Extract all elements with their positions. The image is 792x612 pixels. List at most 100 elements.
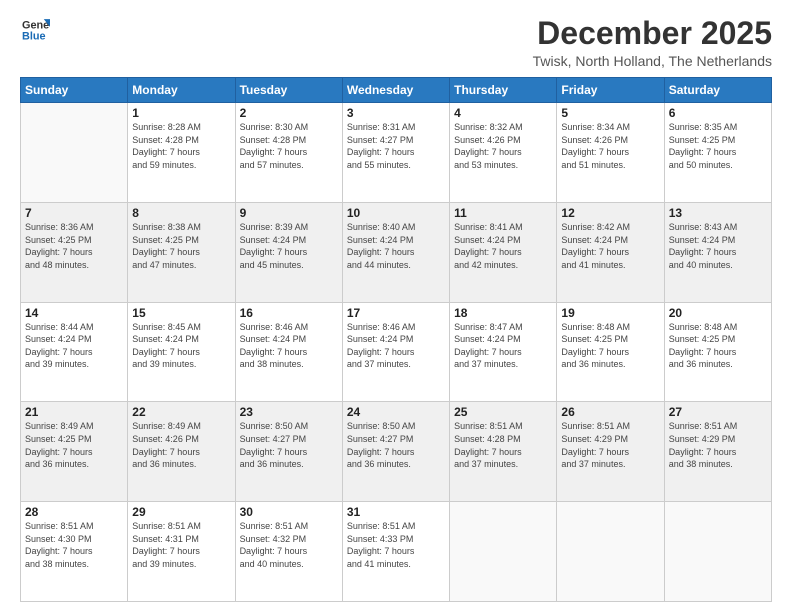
day-info: Sunrise: 8:50 AM Sunset: 4:27 PM Dayligh… (240, 420, 338, 470)
table-row: 28Sunrise: 8:51 AM Sunset: 4:30 PM Dayli… (21, 502, 128, 602)
header-sunday: Sunday (21, 78, 128, 103)
table-row (450, 502, 557, 602)
table-row: 9Sunrise: 8:39 AM Sunset: 4:24 PM Daylig… (235, 202, 342, 302)
day-info: Sunrise: 8:43 AM Sunset: 4:24 PM Dayligh… (669, 221, 767, 271)
day-number: 3 (347, 106, 445, 120)
table-row: 16Sunrise: 8:46 AM Sunset: 4:24 PM Dayli… (235, 302, 342, 402)
day-info: Sunrise: 8:45 AM Sunset: 4:24 PM Dayligh… (132, 321, 230, 371)
table-row: 7Sunrise: 8:36 AM Sunset: 4:25 PM Daylig… (21, 202, 128, 302)
table-row: 5Sunrise: 8:34 AM Sunset: 4:26 PM Daylig… (557, 103, 664, 203)
day-number: 28 (25, 505, 123, 519)
day-number: 5 (561, 106, 659, 120)
day-number: 7 (25, 206, 123, 220)
table-row: 2Sunrise: 8:30 AM Sunset: 4:28 PM Daylig… (235, 103, 342, 203)
day-info: Sunrise: 8:51 AM Sunset: 4:33 PM Dayligh… (347, 520, 445, 570)
day-info: Sunrise: 8:46 AM Sunset: 4:24 PM Dayligh… (347, 321, 445, 371)
day-info: Sunrise: 8:49 AM Sunset: 4:25 PM Dayligh… (25, 420, 123, 470)
day-number: 4 (454, 106, 552, 120)
day-number: 24 (347, 405, 445, 419)
day-number: 14 (25, 306, 123, 320)
day-number: 21 (25, 405, 123, 419)
header-wednesday: Wednesday (342, 78, 449, 103)
day-info: Sunrise: 8:42 AM Sunset: 4:24 PM Dayligh… (561, 221, 659, 271)
table-row: 4Sunrise: 8:32 AM Sunset: 4:26 PM Daylig… (450, 103, 557, 203)
table-row: 31Sunrise: 8:51 AM Sunset: 4:33 PM Dayli… (342, 502, 449, 602)
table-row (664, 502, 771, 602)
day-number: 1 (132, 106, 230, 120)
logo: General Blue (20, 16, 50, 44)
header-tuesday: Tuesday (235, 78, 342, 103)
table-row: 25Sunrise: 8:51 AM Sunset: 4:28 PM Dayli… (450, 402, 557, 502)
logo-icon: General Blue (22, 16, 50, 44)
header-friday: Friday (557, 78, 664, 103)
day-number: 19 (561, 306, 659, 320)
day-number: 17 (347, 306, 445, 320)
table-row: 6Sunrise: 8:35 AM Sunset: 4:25 PM Daylig… (664, 103, 771, 203)
day-info: Sunrise: 8:51 AM Sunset: 4:28 PM Dayligh… (454, 420, 552, 470)
day-info: Sunrise: 8:48 AM Sunset: 4:25 PM Dayligh… (669, 321, 767, 371)
table-row: 14Sunrise: 8:44 AM Sunset: 4:24 PM Dayli… (21, 302, 128, 402)
day-info: Sunrise: 8:51 AM Sunset: 4:32 PM Dayligh… (240, 520, 338, 570)
table-row: 18Sunrise: 8:47 AM Sunset: 4:24 PM Dayli… (450, 302, 557, 402)
day-number: 15 (132, 306, 230, 320)
table-row (557, 502, 664, 602)
day-info: Sunrise: 8:46 AM Sunset: 4:24 PM Dayligh… (240, 321, 338, 371)
calendar-week-row: 1Sunrise: 8:28 AM Sunset: 4:28 PM Daylig… (21, 103, 772, 203)
calendar-week-row: 21Sunrise: 8:49 AM Sunset: 4:25 PM Dayli… (21, 402, 772, 502)
day-info: Sunrise: 8:34 AM Sunset: 4:26 PM Dayligh… (561, 121, 659, 171)
table-row: 21Sunrise: 8:49 AM Sunset: 4:25 PM Dayli… (21, 402, 128, 502)
day-info: Sunrise: 8:28 AM Sunset: 4:28 PM Dayligh… (132, 121, 230, 171)
table-row: 8Sunrise: 8:38 AM Sunset: 4:25 PM Daylig… (128, 202, 235, 302)
table-row: 29Sunrise: 8:51 AM Sunset: 4:31 PM Dayli… (128, 502, 235, 602)
day-number: 9 (240, 206, 338, 220)
calendar-table: Sunday Monday Tuesday Wednesday Thursday… (20, 77, 772, 602)
day-info: Sunrise: 8:49 AM Sunset: 4:26 PM Dayligh… (132, 420, 230, 470)
day-info: Sunrise: 8:32 AM Sunset: 4:26 PM Dayligh… (454, 121, 552, 171)
day-info: Sunrise: 8:39 AM Sunset: 4:24 PM Dayligh… (240, 221, 338, 271)
day-number: 10 (347, 206, 445, 220)
day-number: 2 (240, 106, 338, 120)
table-row (21, 103, 128, 203)
table-row: 12Sunrise: 8:42 AM Sunset: 4:24 PM Dayli… (557, 202, 664, 302)
day-info: Sunrise: 8:51 AM Sunset: 4:30 PM Dayligh… (25, 520, 123, 570)
day-info: Sunrise: 8:35 AM Sunset: 4:25 PM Dayligh… (669, 121, 767, 171)
table-row: 19Sunrise: 8:48 AM Sunset: 4:25 PM Dayli… (557, 302, 664, 402)
month-title: December 2025 (533, 16, 772, 51)
header: General Blue December 2025 Twisk, North … (20, 16, 772, 69)
day-number: 30 (240, 505, 338, 519)
table-row: 3Sunrise: 8:31 AM Sunset: 4:27 PM Daylig… (342, 103, 449, 203)
day-info: Sunrise: 8:30 AM Sunset: 4:28 PM Dayligh… (240, 121, 338, 171)
day-info: Sunrise: 8:50 AM Sunset: 4:27 PM Dayligh… (347, 420, 445, 470)
day-info: Sunrise: 8:41 AM Sunset: 4:24 PM Dayligh… (454, 221, 552, 271)
day-info: Sunrise: 8:51 AM Sunset: 4:29 PM Dayligh… (669, 420, 767, 470)
day-number: 12 (561, 206, 659, 220)
day-number: 26 (561, 405, 659, 419)
day-info: Sunrise: 8:40 AM Sunset: 4:24 PM Dayligh… (347, 221, 445, 271)
table-row: 23Sunrise: 8:50 AM Sunset: 4:27 PM Dayli… (235, 402, 342, 502)
day-info: Sunrise: 8:31 AM Sunset: 4:27 PM Dayligh… (347, 121, 445, 171)
day-number: 27 (669, 405, 767, 419)
day-number: 11 (454, 206, 552, 220)
day-number: 6 (669, 106, 767, 120)
day-number: 8 (132, 206, 230, 220)
day-number: 29 (132, 505, 230, 519)
day-info: Sunrise: 8:48 AM Sunset: 4:25 PM Dayligh… (561, 321, 659, 371)
table-row: 26Sunrise: 8:51 AM Sunset: 4:29 PM Dayli… (557, 402, 664, 502)
page: General Blue December 2025 Twisk, North … (0, 0, 792, 612)
calendar-week-row: 7Sunrise: 8:36 AM Sunset: 4:25 PM Daylig… (21, 202, 772, 302)
day-number: 20 (669, 306, 767, 320)
day-info: Sunrise: 8:38 AM Sunset: 4:25 PM Dayligh… (132, 221, 230, 271)
title-area: December 2025 Twisk, North Holland, The … (533, 16, 772, 69)
day-number: 23 (240, 405, 338, 419)
location: Twisk, North Holland, The Netherlands (533, 53, 772, 69)
table-row: 20Sunrise: 8:48 AM Sunset: 4:25 PM Dayli… (664, 302, 771, 402)
day-info: Sunrise: 8:47 AM Sunset: 4:24 PM Dayligh… (454, 321, 552, 371)
table-row: 27Sunrise: 8:51 AM Sunset: 4:29 PM Dayli… (664, 402, 771, 502)
day-number: 22 (132, 405, 230, 419)
calendar-week-row: 28Sunrise: 8:51 AM Sunset: 4:30 PM Dayli… (21, 502, 772, 602)
header-thursday: Thursday (450, 78, 557, 103)
day-number: 13 (669, 206, 767, 220)
day-info: Sunrise: 8:44 AM Sunset: 4:24 PM Dayligh… (25, 321, 123, 371)
calendar-header-row: Sunday Monday Tuesday Wednesday Thursday… (21, 78, 772, 103)
day-info: Sunrise: 8:36 AM Sunset: 4:25 PM Dayligh… (25, 221, 123, 271)
